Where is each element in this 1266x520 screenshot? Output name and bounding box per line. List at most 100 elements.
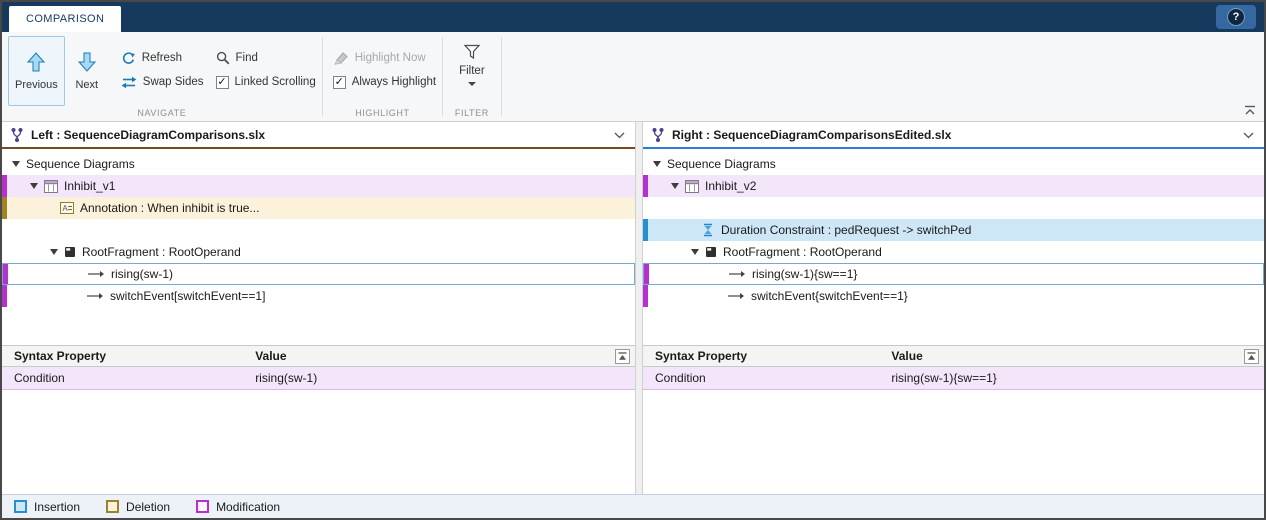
tree-row-rising[interactable]: rising(sw-1) bbox=[2, 263, 635, 285]
left-tree: Sequence Diagrams Inhibit_v1 A Annotatio… bbox=[2, 149, 635, 345]
modification-strip bbox=[643, 175, 648, 197]
left-property-table-header: Syntax Property Value bbox=[2, 345, 635, 367]
legend-label-deletion: Deletion bbox=[126, 500, 170, 514]
highlight-now-label: Highlight Now bbox=[355, 52, 426, 64]
chevron-down-icon bbox=[468, 82, 476, 86]
tree-row-rising[interactable]: rising(sw-1){sw==1} bbox=[643, 263, 1264, 285]
help-button[interactable]: ? bbox=[1216, 5, 1256, 29]
refresh-label: Refresh bbox=[142, 52, 182, 64]
right-panel-header: Right : SequenceDiagramComparisonsEdited… bbox=[643, 122, 1264, 149]
collapse-table-button[interactable] bbox=[615, 349, 630, 364]
tree-row-inhibit-v2[interactable]: Inhibit_v2 bbox=[643, 175, 1264, 197]
highlighter-icon bbox=[333, 51, 349, 65]
legend-item-deletion: Deletion bbox=[106, 500, 170, 514]
up-arrow-icon bbox=[27, 52, 45, 72]
expander-icon[interactable] bbox=[30, 183, 38, 189]
property-name-cell: Condition bbox=[643, 371, 891, 385]
previous-button[interactable]: Previous bbox=[8, 36, 65, 106]
group-label-highlight: HIGHLIGHT bbox=[329, 107, 436, 121]
legend-label-modification: Modification bbox=[216, 500, 280, 514]
message-arrow-icon bbox=[727, 292, 745, 300]
highlight-now-button[interactable]: Highlight Now bbox=[333, 48, 436, 68]
right-table-empty-area bbox=[643, 390, 1264, 494]
tree-row-rootfragment[interactable]: RootFragment : RootOperand bbox=[2, 241, 635, 263]
swap-sides-button[interactable]: Swap Sides bbox=[121, 72, 204, 92]
expander-icon[interactable] bbox=[12, 161, 20, 167]
right-tree: Sequence Diagrams Inhibit_v2 bbox=[643, 149, 1264, 345]
group-navigate: Previous Next Refresh bbox=[2, 32, 322, 121]
column-header-value: Value bbox=[255, 349, 635, 363]
right-property-table-header: Syntax Property Value bbox=[643, 345, 1264, 367]
annotation-icon: A bbox=[60, 202, 74, 214]
chevron-down-icon[interactable] bbox=[1243, 131, 1254, 139]
group-label-navigate: NAVIGATE bbox=[8, 107, 316, 121]
left-property-row-condition[interactable]: Condition rising(sw-1) bbox=[2, 367, 635, 390]
tree-row-inhibit-v1[interactable]: Inhibit_v1 bbox=[2, 175, 635, 197]
linked-scrolling-toggle[interactable]: Linked Scrolling bbox=[216, 72, 316, 92]
insertion-strip bbox=[643, 219, 648, 241]
expander-icon[interactable] bbox=[691, 249, 699, 255]
insertion-swatch bbox=[14, 500, 27, 513]
message-arrow-icon bbox=[728, 270, 746, 278]
right-property-row-condition[interactable]: Condition rising(sw-1){sw==1} bbox=[643, 367, 1264, 390]
tree-row-spacer bbox=[643, 197, 1264, 219]
toolbar-separator bbox=[501, 37, 502, 116]
tree-row-annotation[interactable]: A Annotation : When inhibit is true... bbox=[2, 197, 635, 219]
tree-row-rootfragment[interactable]: RootFragment : RootOperand bbox=[643, 241, 1264, 263]
group-navigate-content: Previous Next Refresh bbox=[8, 34, 316, 107]
tree-item-label: RootFragment : RootOperand bbox=[82, 245, 241, 259]
swap-sides-label: Swap Sides bbox=[143, 76, 204, 88]
expander-icon[interactable] bbox=[50, 249, 58, 255]
tree-row-sequence-diagrams[interactable]: Sequence Diagrams bbox=[2, 153, 635, 175]
modification-strip bbox=[2, 175, 7, 197]
property-name-cell: Condition bbox=[2, 371, 255, 385]
column-header-syntax-property: Syntax Property bbox=[2, 349, 255, 363]
search-icon bbox=[216, 51, 230, 65]
group-label-filter: FILTER bbox=[449, 107, 495, 121]
tab-strip: COMPARISON ? bbox=[2, 2, 1264, 32]
tab-comparison[interactable]: COMPARISON bbox=[9, 6, 121, 32]
filter-label: Filter bbox=[459, 65, 485, 77]
comparison-tool-window: COMPARISON ? Previous Next bbox=[0, 0, 1266, 520]
tree-row-switchevent[interactable]: switchEvent[switchEvent==1] bbox=[2, 285, 635, 307]
tree-item-label: rising(sw-1) bbox=[111, 267, 173, 281]
tree-row-duration-constraint[interactable]: Duration Constraint : pedRequest -> swit… bbox=[643, 219, 1264, 241]
refresh-button[interactable]: Refresh bbox=[121, 48, 204, 68]
collapse-toolstrip-button[interactable] bbox=[1243, 104, 1257, 116]
left-table-empty-area bbox=[2, 390, 635, 494]
expander-icon[interactable] bbox=[653, 161, 661, 167]
column-header-value: Value bbox=[891, 349, 1264, 363]
collapse-table-button[interactable] bbox=[1244, 349, 1259, 364]
left-panel-title: Left : SequenceDiagramComparisons.slx bbox=[31, 128, 607, 142]
tree-row-switchevent[interactable]: switchEvent{switchEvent==1} bbox=[643, 285, 1264, 307]
tree-row-spacer bbox=[2, 219, 635, 241]
property-value-cell: rising(sw-1){sw==1} bbox=[891, 371, 1264, 385]
filter-funnel-icon bbox=[463, 44, 481, 60]
tree-item-label: Inhibit_v2 bbox=[705, 179, 756, 193]
always-highlight-label: Always Highlight bbox=[352, 76, 436, 88]
next-button[interactable]: Next bbox=[65, 36, 109, 106]
modification-strip bbox=[2, 285, 7, 307]
message-arrow-icon bbox=[87, 270, 105, 278]
branch-icon bbox=[10, 127, 24, 143]
chevron-down-icon[interactable] bbox=[614, 131, 625, 139]
tree-item-label: switchEvent[switchEvent==1] bbox=[110, 289, 265, 303]
fragment-icon bbox=[705, 246, 717, 258]
linked-scrolling-checkbox[interactable] bbox=[216, 76, 229, 89]
next-button-label: Next bbox=[75, 79, 98, 91]
find-button[interactable]: Find bbox=[216, 48, 316, 68]
branch-icon bbox=[651, 127, 665, 143]
panel-splitter[interactable] bbox=[635, 122, 643, 494]
column-header-syntax-property: Syntax Property bbox=[643, 349, 891, 363]
filter-button[interactable]: Filter bbox=[449, 36, 495, 86]
tree-row-sequence-diagrams[interactable]: Sequence Diagrams bbox=[643, 153, 1264, 175]
previous-button-label: Previous bbox=[15, 79, 58, 91]
find-label: Find bbox=[236, 52, 258, 64]
tree-item-label: Sequence Diagrams bbox=[667, 157, 776, 171]
tree-item-label: Duration Constraint : pedRequest -> swit… bbox=[721, 223, 971, 237]
always-highlight-checkbox[interactable] bbox=[333, 76, 346, 89]
swap-sides-icon bbox=[121, 76, 137, 89]
expander-icon[interactable] bbox=[671, 183, 679, 189]
always-highlight-toggle[interactable]: Always Highlight bbox=[333, 72, 436, 92]
right-panel: Right : SequenceDiagramComparisonsEdited… bbox=[643, 122, 1264, 494]
